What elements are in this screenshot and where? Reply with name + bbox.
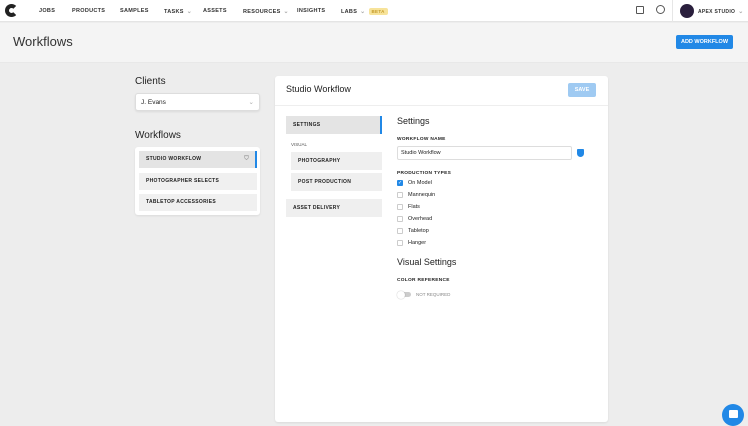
top-nav: JOBS PRODUCTS SAMPLES TASKS ⌄ ASSETS RESO… bbox=[0, 0, 748, 22]
tab-photography[interactable]: PHOTOGRAPHY bbox=[291, 152, 382, 170]
visual-settings-heading: Visual Settings bbox=[397, 257, 457, 267]
nav-tasks-label: TASKS bbox=[164, 9, 184, 15]
checkbox-label: Tabletop bbox=[408, 228, 429, 234]
shield-icon[interactable] bbox=[577, 149, 584, 157]
client-select[interactable]: J. Evans ⌄ bbox=[135, 93, 260, 111]
checkbox-hanger[interactable]: Hanger bbox=[397, 240, 426, 246]
nav-samples[interactable]: SAMPLES bbox=[120, 8, 149, 14]
workflow-item-tabletop[interactable]: TABLETOP ACCESSORIES bbox=[139, 194, 257, 211]
check-icon: ✓ bbox=[397, 180, 403, 186]
workflow-label: STUDIO WORKFLOW bbox=[146, 156, 202, 162]
chat-icon[interactable] bbox=[722, 404, 744, 426]
toggle-status: NOT REQUIRED bbox=[416, 292, 451, 297]
workflow-name-input[interactable]: Studio Workflow bbox=[397, 146, 572, 160]
shield-icon: ⛉ bbox=[244, 156, 249, 162]
checkbox-flats[interactable]: Flats bbox=[397, 204, 420, 210]
client-value: J. Evans bbox=[141, 99, 166, 106]
save-button[interactable]: SAVE bbox=[568, 83, 596, 97]
logo[interactable] bbox=[5, 4, 18, 17]
tab-post-production[interactable]: POST PRODUCTION bbox=[291, 173, 382, 191]
avatar[interactable] bbox=[680, 4, 694, 18]
nav-insights[interactable]: INSIGHTS bbox=[297, 8, 325, 14]
checkbox-box bbox=[397, 240, 403, 246]
color-reference-label: COLOR REFERENCE bbox=[397, 278, 450, 283]
nav-labs[interactable]: LABS ⌄ BETA bbox=[341, 8, 388, 15]
page-header: Workflows ADD WORKFLOW bbox=[0, 23, 748, 63]
visual-group-label: VISUAL bbox=[291, 142, 308, 147]
workflow-editor: Studio Workflow SAVE SETTINGS VISUAL PHO… bbox=[275, 76, 608, 422]
chevron-down-icon: ⌄ bbox=[360, 9, 366, 15]
checkbox-label: On Model bbox=[408, 180, 432, 186]
checkbox-box bbox=[397, 228, 403, 234]
chevron-down-icon: ⌄ bbox=[248, 99, 254, 106]
checkbox-overhead[interactable]: Overhead bbox=[397, 216, 432, 222]
settings-heading: Settings bbox=[397, 116, 430, 126]
account-name: APEX STUDIO bbox=[698, 9, 736, 15]
page-title: Workflows bbox=[13, 34, 73, 49]
chart-icon[interactable] bbox=[636, 6, 644, 14]
beta-badge: BETA bbox=[368, 8, 388, 15]
clients-heading: Clients bbox=[135, 76, 166, 87]
checkbox-label: Flats bbox=[408, 204, 420, 210]
checkbox-label: Mannequin bbox=[408, 192, 436, 198]
checkbox-mannequin[interactable]: Mannequin bbox=[397, 192, 435, 198]
checkbox-on-model[interactable]: ✓ On Model bbox=[397, 180, 432, 186]
divider bbox=[275, 105, 608, 106]
checkbox-label: Overhead bbox=[408, 216, 433, 222]
nav-resources[interactable]: RESOURCES ⌄ bbox=[243, 8, 289, 15]
nav-labs-label: LABS bbox=[341, 9, 358, 15]
nav-products[interactable]: PRODUCTS bbox=[72, 8, 105, 14]
workflows-heading: Workflows bbox=[135, 130, 181, 141]
checkbox-box bbox=[397, 192, 403, 198]
divider bbox=[672, 0, 673, 22]
workflow-item-photographer[interactable]: PHOTOGRAPHER SELECTS bbox=[139, 173, 257, 190]
account-menu[interactable]: APEX STUDIO ⌄ bbox=[698, 8, 744, 15]
chevron-down-icon: ⌄ bbox=[186, 9, 193, 15]
checkbox-box bbox=[397, 204, 403, 210]
globe-icon[interactable] bbox=[656, 5, 665, 14]
tab-settings[interactable]: SETTINGS bbox=[286, 116, 382, 134]
add-workflow-button[interactable]: ADD WORKFLOW bbox=[676, 35, 733, 49]
checkbox-tabletop[interactable]: Tabletop bbox=[397, 228, 429, 234]
tab-asset-delivery[interactable]: ASSET DELIVERY bbox=[286, 199, 382, 217]
workflow-name-label: WORKFLOW NAME bbox=[397, 137, 446, 142]
chevron-down-icon: ⌄ bbox=[738, 9, 744, 15]
nav-jobs[interactable]: JOBS bbox=[39, 8, 55, 14]
color-reference-toggle[interactable] bbox=[397, 290, 411, 299]
production-types-label: PRODUCTION TYPES bbox=[397, 171, 452, 176]
editor-title: Studio Workflow bbox=[286, 84, 351, 94]
checkbox-label: Hanger bbox=[408, 240, 427, 246]
workflow-item-studio[interactable]: STUDIO WORKFLOW ⛉ bbox=[139, 151, 257, 168]
nav-tasks[interactable]: TASKS ⌄ bbox=[164, 8, 192, 15]
checkbox-box bbox=[397, 216, 403, 222]
chevron-down-icon: ⌄ bbox=[283, 9, 289, 15]
nav-resources-label: RESOURCES bbox=[243, 9, 281, 15]
nav-assets[interactable]: ASSETS bbox=[203, 8, 227, 14]
workflow-list: STUDIO WORKFLOW ⛉ PHOTOGRAPHER SELECTS TA… bbox=[135, 147, 260, 215]
